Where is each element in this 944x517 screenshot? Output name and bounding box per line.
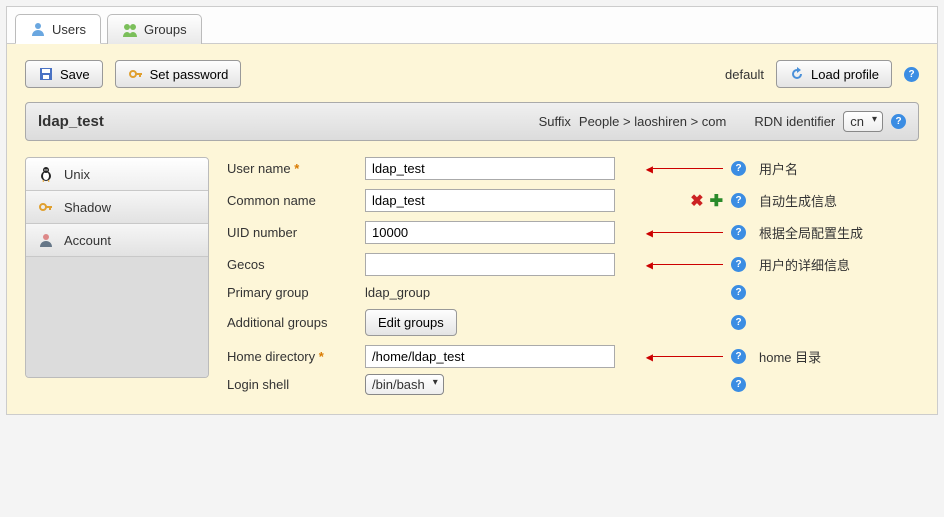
rdn-select[interactable]: cn: [843, 111, 883, 132]
common-input[interactable]: [365, 189, 615, 212]
shell-label: Login shell: [227, 377, 357, 392]
common-label: Common name: [227, 193, 357, 208]
key-icon: [128, 66, 144, 82]
help-icon[interactable]: ?: [731, 377, 746, 392]
primary-label: Primary group: [227, 285, 357, 300]
set-password-button[interactable]: Set password: [115, 60, 242, 88]
sidetab-unix-label: Unix: [64, 167, 90, 182]
set-password-label: Set password: [150, 67, 229, 82]
load-profile-button[interactable]: Load profile: [776, 60, 892, 88]
uid-label: UID number: [227, 225, 357, 240]
common-actions: ✖ ✚: [623, 191, 723, 211]
user-icon: [30, 21, 46, 37]
primary-value: ldap_group: [365, 285, 615, 300]
load-profile-label: Load profile: [811, 67, 879, 82]
body: Unix Shadow Account User name * ◀ ? 用户名: [25, 157, 919, 392]
sidetab-unix[interactable]: Unix: [26, 158, 208, 191]
form: User name * ◀ ? 用户名 Common name ✖ ✚ ? 自动…: [227, 157, 919, 392]
group-icon: [122, 22, 138, 38]
sidetab-shadow-label: Shadow: [64, 200, 111, 215]
edit-groups-button[interactable]: Edit groups: [365, 309, 457, 336]
default-label: default: [725, 67, 764, 82]
annotation-gecos: 用户的详细信息: [759, 255, 919, 274]
sidetab-shadow[interactable]: Shadow: [26, 191, 208, 224]
save-button[interactable]: Save: [25, 60, 103, 88]
top-tabs: Users Groups: [7, 7, 937, 44]
tab-groups[interactable]: Groups: [107, 14, 202, 44]
help-icon[interactable]: ?: [731, 315, 746, 330]
sidetab-account-label: Account: [64, 233, 111, 248]
remove-icon[interactable]: ✖: [690, 191, 703, 211]
tab-users[interactable]: Users: [15, 14, 101, 44]
annotation-common: 自动生成信息: [759, 191, 919, 210]
help-icon[interactable]: ?: [731, 349, 746, 364]
username-input[interactable]: [365, 157, 615, 180]
arrow-icon: ◀: [623, 226, 723, 240]
help-icon[interactable]: ?: [731, 257, 746, 272]
toolbar: Save Set password default Load profile ?: [25, 60, 919, 88]
shell-select[interactable]: /bin/bash: [365, 374, 444, 395]
penguin-icon: [38, 166, 54, 182]
gecos-label: Gecos: [227, 257, 357, 272]
add-icon[interactable]: ✚: [710, 191, 723, 211]
entry-header: ldap_test Suffix People > laoshiren > co…: [25, 102, 919, 141]
save-icon: [38, 66, 54, 82]
arrow-icon: ◀: [623, 258, 723, 272]
annotation-home: home 目录: [759, 347, 919, 366]
main-panel: Save Set password default Load profile ?…: [7, 44, 937, 414]
suffix-value: People > laoshiren > com: [579, 114, 726, 129]
help-icon[interactable]: ?: [731, 161, 746, 176]
additional-label: Additional groups: [227, 315, 357, 330]
suffix-label: Suffix: [539, 114, 571, 129]
person-icon: [38, 232, 54, 248]
sidebar-empty: [26, 257, 208, 377]
help-icon[interactable]: ?: [731, 285, 746, 300]
gecos-input[interactable]: [365, 253, 615, 276]
annotation-username: 用户名: [759, 159, 919, 178]
tab-users-label: Users: [52, 22, 86, 37]
username-label: User name *: [227, 161, 357, 176]
side-tabs: Unix Shadow Account: [25, 157, 209, 378]
help-icon[interactable]: ?: [731, 193, 746, 208]
sidetab-account[interactable]: Account: [26, 224, 208, 257]
save-label: Save: [60, 67, 90, 82]
app-frame: Users Groups Save Set password default L…: [6, 6, 938, 415]
key-icon: [38, 199, 54, 215]
annotation-uid: 根据全局配置生成: [759, 223, 919, 242]
arrow-icon: ◀: [623, 162, 723, 176]
tab-groups-label: Groups: [144, 22, 187, 37]
entry-title: ldap_test: [38, 113, 104, 130]
arrow-icon: ◀: [623, 350, 723, 364]
home-label: Home directory *: [227, 349, 357, 364]
uid-input[interactable]: [365, 221, 615, 244]
reload-icon: [789, 66, 805, 82]
help-icon[interactable]: ?: [904, 67, 919, 82]
home-input[interactable]: [365, 345, 615, 368]
help-icon[interactable]: ?: [891, 114, 906, 129]
help-icon[interactable]: ?: [731, 225, 746, 240]
rdn-label: RDN identifier: [754, 114, 835, 129]
